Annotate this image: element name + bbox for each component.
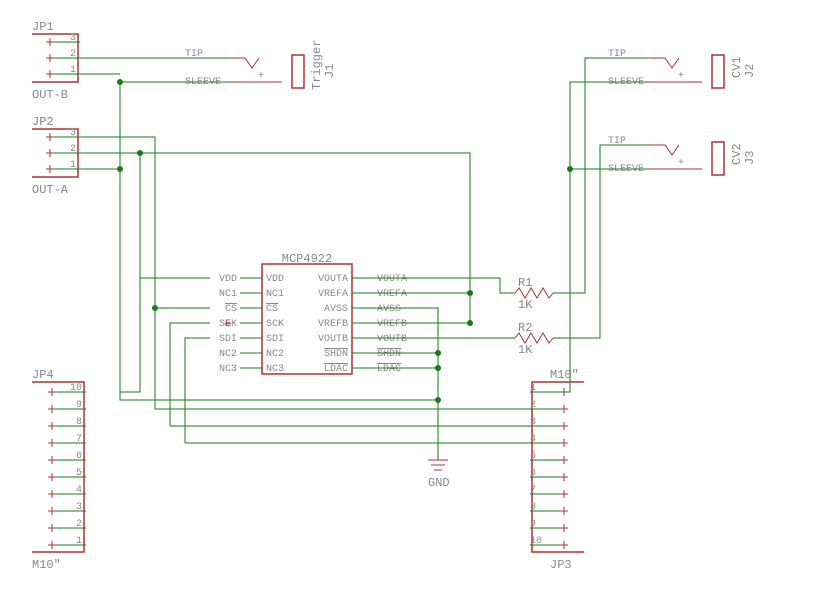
gnd-label: GND bbox=[428, 476, 450, 490]
j3-ref: J3 bbox=[743, 151, 757, 165]
ic-name: MCP4922 bbox=[282, 252, 332, 266]
netlab-vrefa: VREFA bbox=[377, 289, 407, 300]
ic-pin-nc1: NC1 bbox=[266, 289, 284, 300]
jp4-pin7: 7 bbox=[76, 434, 82, 445]
ic-pin-vrefa: VREFA bbox=[318, 289, 348, 300]
j1-name: Trigger bbox=[310, 40, 324, 90]
jp4-pin1: 1 bbox=[76, 536, 82, 547]
r2-value: 1K bbox=[518, 343, 533, 357]
ic-left-pins: VDD NC1 CS SCK SDI NC2 NC3 VOUTA VREFA A… bbox=[219, 274, 407, 375]
j1-ref: J1 bbox=[323, 64, 337, 78]
jp3-pin5: 5 bbox=[530, 451, 536, 462]
jp4-pin6: 6 bbox=[76, 451, 82, 462]
ic-pin-nc3: NC3 bbox=[266, 364, 284, 375]
jp1-ref: JP1 bbox=[32, 20, 54, 34]
jp3-pin2: 2 bbox=[530, 400, 536, 411]
header-jp4: JP4 10 9 8 7 6 5 4 3 2 1 M10" bbox=[32, 368, 86, 572]
netlab-avss: AVSS bbox=[377, 304, 401, 315]
jp2-pin2: 2 bbox=[70, 144, 76, 155]
netlab-ldac: LDAC bbox=[377, 364, 401, 375]
r2-ref: R2 bbox=[518, 321, 532, 335]
header-jp3: M10" 1 2 3 4 5 6 7 8 9 10 JP3 bbox=[530, 368, 584, 572]
svg-text:+: + bbox=[678, 71, 684, 82]
netlab-vrefb: VREFB bbox=[377, 319, 407, 330]
jp3-pin8: 8 bbox=[530, 502, 536, 513]
jp2-pin1: 1 bbox=[70, 160, 76, 171]
netlab-nc3: NC3 bbox=[219, 364, 237, 375]
jp1-value: OUT-B bbox=[32, 88, 68, 102]
ic-pin-ldac: LDAC bbox=[324, 364, 348, 375]
jp3-pin4: 4 bbox=[530, 434, 536, 445]
ic-pin-vrefb: VREFB bbox=[318, 319, 348, 330]
schematic-canvas: MCP4922 VDD NC1 CS SCK SDI NC2 NC3 VOUTA… bbox=[0, 0, 833, 609]
netlab-nc1: NC1 bbox=[219, 289, 237, 300]
jp2-value: OUT-A bbox=[32, 183, 69, 197]
resistor-r1: R1 1K bbox=[515, 276, 553, 312]
resistor-r2: R2 1K bbox=[515, 321, 553, 357]
j2-ref: J2 bbox=[743, 64, 757, 78]
netlab-nc2: NC2 bbox=[219, 349, 237, 360]
netlab-cs: CS bbox=[225, 304, 237, 315]
jp1-pin1: 1 bbox=[70, 65, 76, 76]
jp4-pin3: 3 bbox=[76, 502, 82, 513]
jp4-pin5: 5 bbox=[76, 468, 82, 479]
jp4-pin4: 4 bbox=[76, 485, 82, 496]
jp3-value: M10" bbox=[550, 368, 579, 382]
jp2-pin3: 3 bbox=[70, 128, 76, 139]
netlab-vdd: VDD bbox=[219, 274, 237, 285]
netlab-vouta: VOUTA bbox=[377, 274, 407, 285]
ic-pin-vdd: VDD bbox=[266, 274, 284, 285]
svg-text:+: + bbox=[258, 71, 264, 82]
header-jp2: JP2 3 2 1 OUT-A bbox=[32, 115, 80, 197]
jp3-pin6: 6 bbox=[530, 468, 536, 479]
jp4-ref: JP4 bbox=[32, 368, 54, 382]
ic-pin-cs: CS bbox=[266, 304, 278, 315]
jp1-pin3: 3 bbox=[70, 33, 76, 44]
netlab-voutb: VOUTB bbox=[377, 334, 407, 345]
jp2-ref: JP2 bbox=[32, 115, 54, 129]
jp4-value: M10" bbox=[32, 558, 61, 572]
ic-pin-sdi: SDI bbox=[266, 334, 284, 345]
ic-pin-shdn: SHDN bbox=[324, 349, 348, 360]
jp4-pin9: 9 bbox=[76, 400, 82, 411]
ic-pin-voutb: VOUTB bbox=[318, 334, 348, 345]
jp4-pin10: 10 bbox=[70, 383, 82, 394]
ic-pin-vouta: VOUTA bbox=[318, 274, 348, 285]
r1-value: 1K bbox=[518, 298, 533, 312]
svg-text:+: + bbox=[678, 158, 684, 169]
netlab-shdn: SHDN bbox=[377, 349, 401, 360]
jp3-pin3: 3 bbox=[530, 417, 536, 428]
ic-pin-avss: AVSS bbox=[324, 304, 348, 315]
ic-pin-nc2: NC2 bbox=[266, 349, 284, 360]
header-jp1: JP1 3 2 1 OUT-B bbox=[32, 20, 80, 102]
ic-pin-sck: SCK bbox=[266, 319, 284, 330]
jp4-pin2: 2 bbox=[76, 519, 82, 530]
r1-ref: R1 bbox=[518, 276, 532, 290]
jp1-pin2: 2 bbox=[70, 49, 76, 60]
jp3-pin7: 7 bbox=[530, 485, 536, 496]
netlab-sck: SEK bbox=[219, 319, 237, 330]
netlab-sdi: SDI bbox=[219, 334, 237, 345]
nets bbox=[80, 58, 650, 443]
jp3-ref: JP3 bbox=[550, 558, 572, 572]
jp3-pin9: 9 bbox=[530, 519, 536, 530]
j2-name: CV1 bbox=[730, 56, 744, 78]
jp3-pin10: 10 bbox=[530, 536, 542, 547]
j3-name: CV2 bbox=[730, 143, 744, 165]
jp4-pin8: 8 bbox=[76, 417, 82, 428]
gnd-symbol: GND bbox=[428, 392, 450, 490]
